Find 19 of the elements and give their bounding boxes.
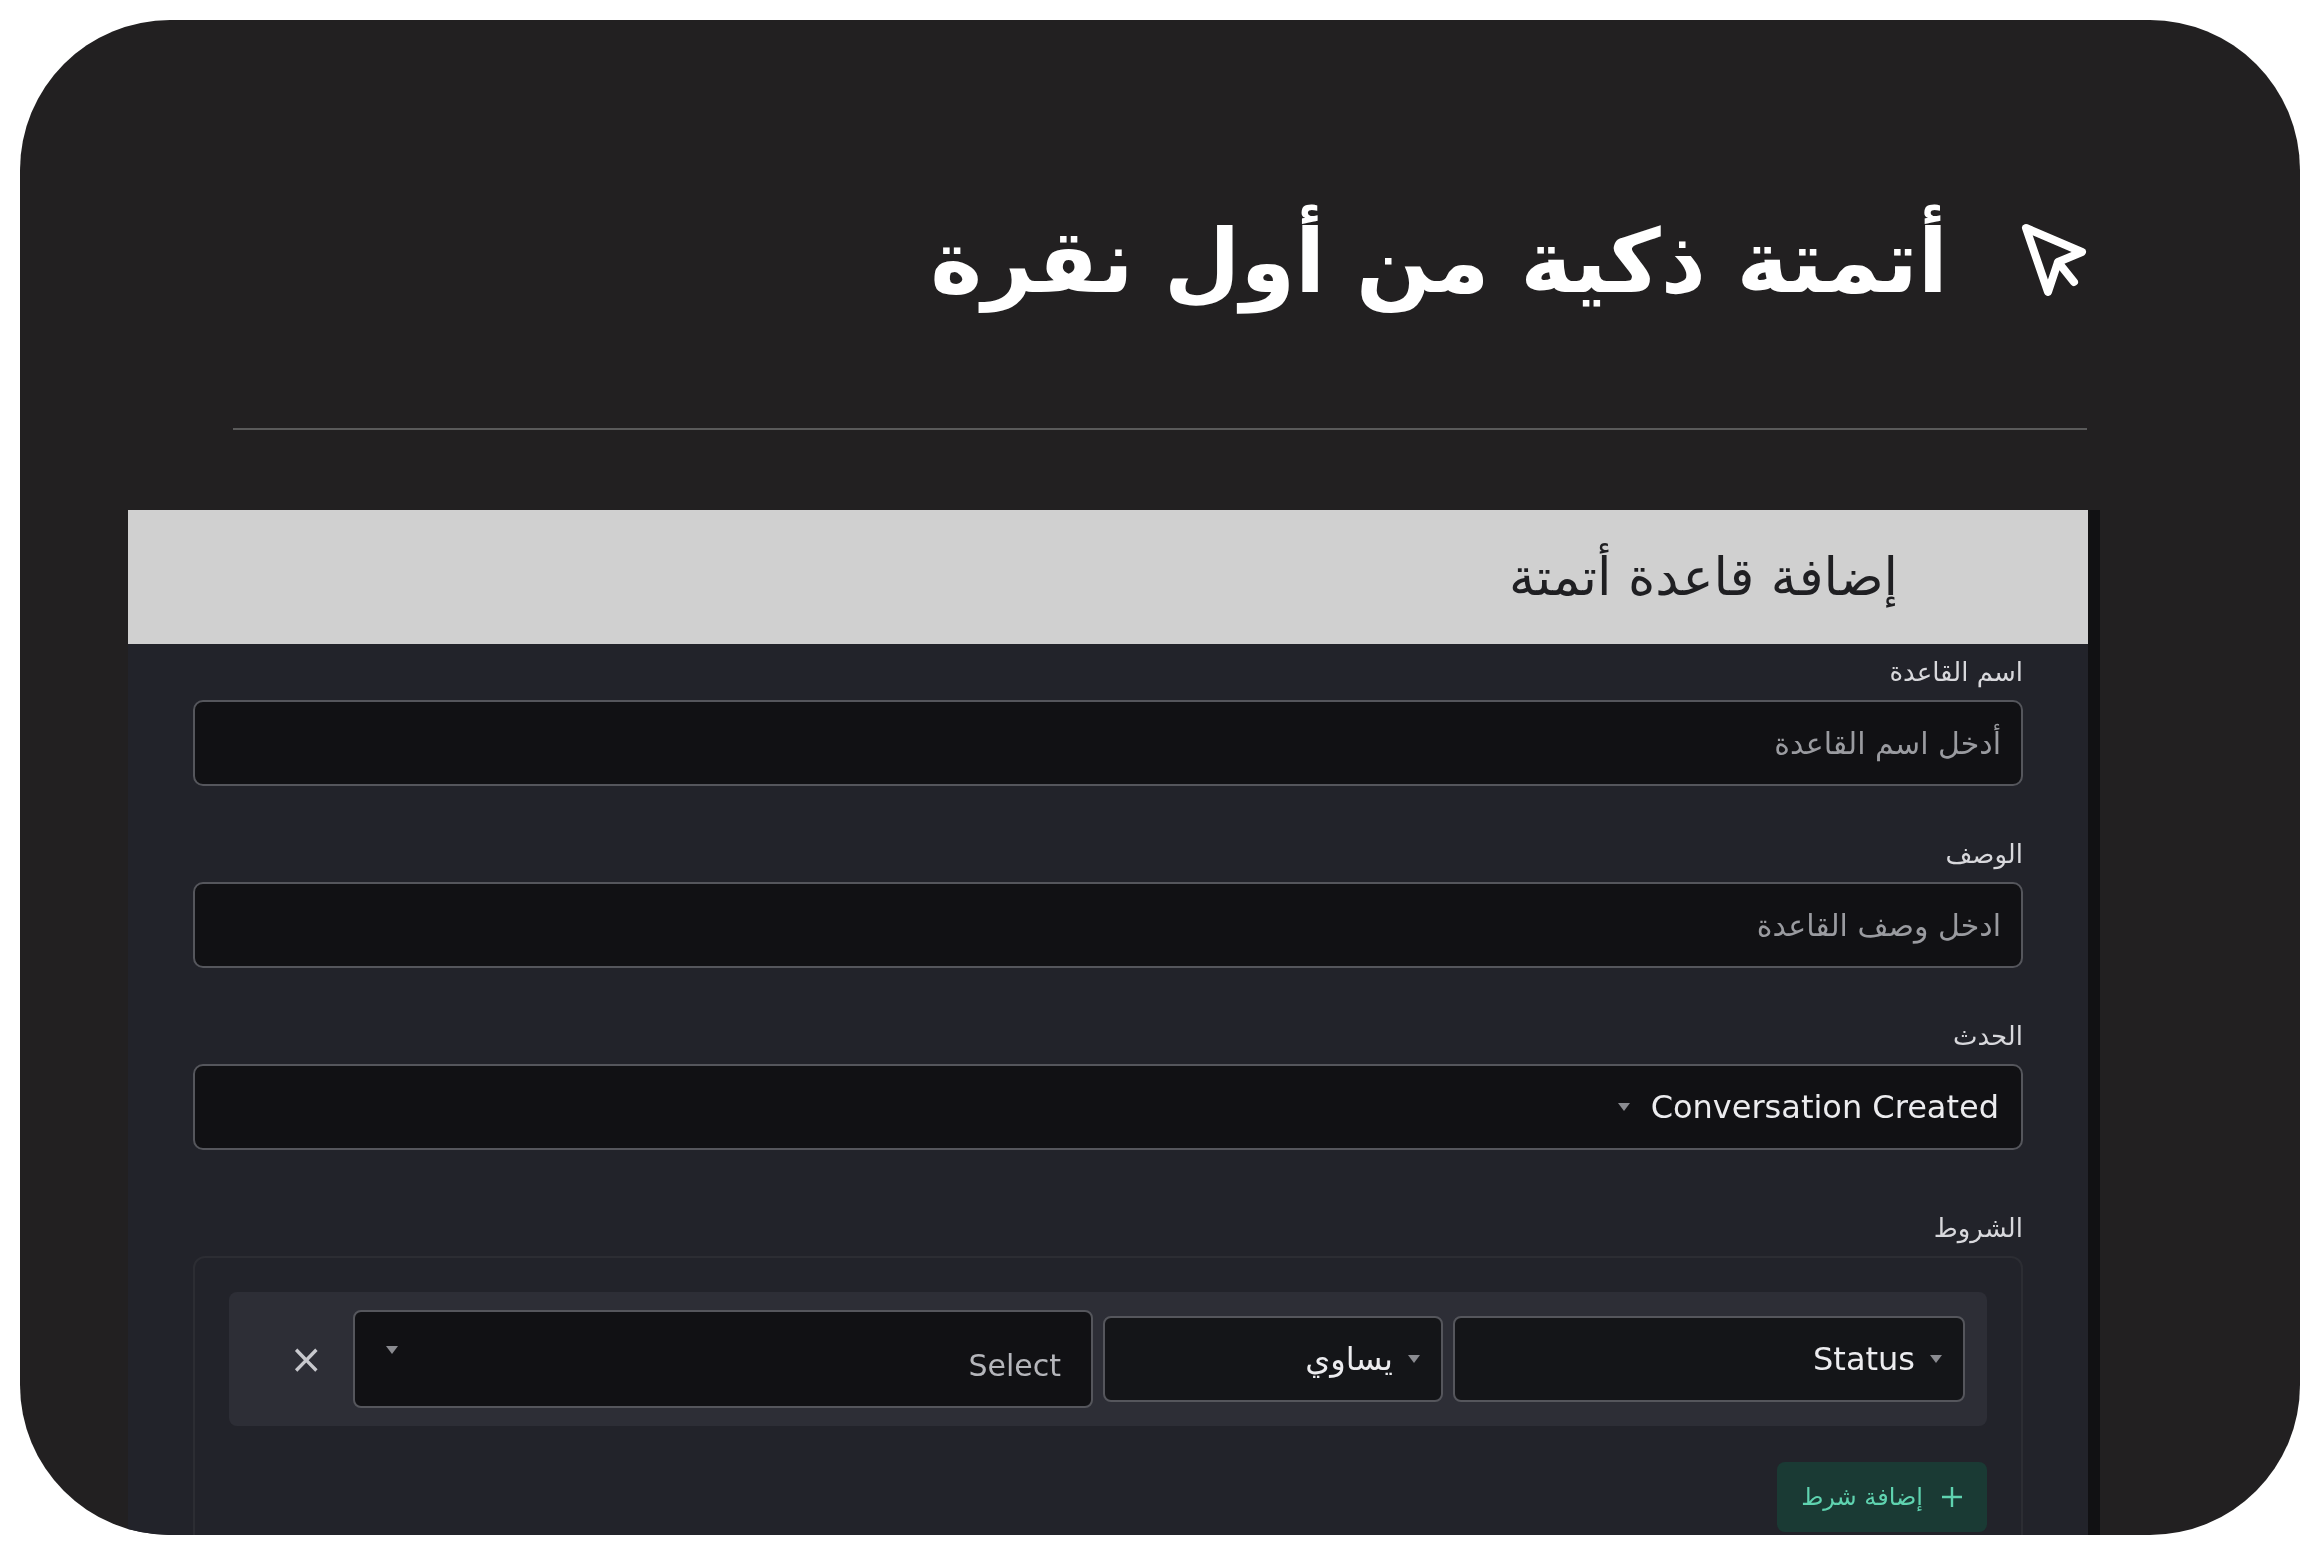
caret-icon <box>385 1345 399 1356</box>
field-label: الحدث <box>1951 1020 2023 1054</box>
value-select[interactable]: Select <box>353 1310 1093 1409</box>
operator-select[interactable]: يساوي <box>1103 1316 1443 1403</box>
caret-icon <box>1929 1354 1943 1365</box>
event-select[interactable]: Conversation Created <box>193 1064 2023 1151</box>
conditions-label: الشروط <box>1932 1212 2023 1246</box>
remove-condition-button[interactable]: × <box>269 1339 343 1380</box>
field-label: اسم القاعدة <box>1888 656 2023 690</box>
attribute-select[interactable]: Status <box>1453 1316 1965 1403</box>
plus-icon <box>1941 1486 1963 1509</box>
field-label: الوصف <box>1944 838 2023 872</box>
text-input-field[interactable]: ادخل وصف القاعدة <box>193 882 2023 969</box>
text-input-field[interactable]: أدخل اسم القاعدة <box>193 700 2023 787</box>
headline: أتمتة ذكية من أول نقرة <box>930 200 1948 324</box>
caret-icon <box>1616 1102 1631 1113</box>
dialog-title: إضافة قاعدة أتمتة <box>1508 538 1898 617</box>
caret-icon <box>1407 1354 1421 1365</box>
add-condition-button[interactable]: إضافة شرط <box>1777 1462 1987 1533</box>
